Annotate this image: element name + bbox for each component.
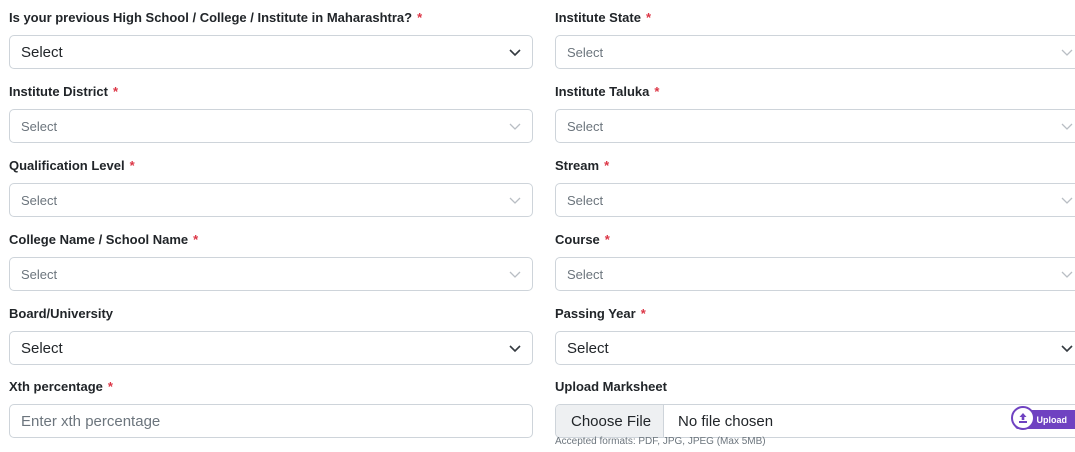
chevron-down-icon: [509, 123, 521, 130]
chevron-down-icon: [1061, 123, 1073, 130]
institute-district-label: Institute District: [9, 84, 108, 99]
upload-icon: [1010, 406, 1035, 430]
institute-state-field: Institute State * Select: [555, 9, 1075, 69]
board-university-label: Board/University: [9, 306, 114, 321]
required-marker: *: [654, 84, 660, 99]
choose-file-button[interactable]: Choose File: [556, 405, 665, 437]
select-value: Select: [567, 266, 604, 282]
required-marker: *: [645, 10, 652, 25]
stream-field: Stream * Select: [555, 157, 1075, 217]
chevron-down-icon: [509, 271, 521, 278]
board-university-field: Board/University Select: [9, 305, 533, 365]
upload-button[interactable]: Upload: [1010, 406, 1075, 430]
course-label: Course: [555, 232, 600, 247]
xth-percentage-input[interactable]: Enter xth percentage: [9, 404, 533, 438]
qualification-level-select[interactable]: Select: [9, 183, 533, 217]
qualification-level-field: Qualification Level * Select: [9, 157, 533, 217]
required-marker: *: [112, 84, 119, 99]
college-name-label: College Name / School Name: [9, 232, 189, 247]
passing-year-field: Passing Year * Select: [555, 305, 1075, 365]
prev-in-maharashtra-select[interactable]: Select: [9, 35, 533, 69]
required-marker: *: [193, 232, 199, 247]
institute-state-select[interactable]: Select: [555, 35, 1075, 69]
institute-taluka-select[interactable]: Select: [555, 109, 1075, 143]
chevron-down-icon: [1061, 49, 1073, 56]
select-value: Select: [21, 339, 63, 357]
select-value: Select: [21, 192, 58, 208]
required-marker: *: [417, 10, 423, 25]
chevron-down-icon: [509, 49, 521, 57]
qualification-level-label: Qualification Level: [9, 158, 125, 173]
required-marker: *: [604, 232, 610, 247]
passing-year-label: Passing Year: [555, 306, 636, 321]
chevron-down-icon: [1061, 345, 1073, 353]
chevron-down-icon: [1061, 271, 1073, 278]
institute-taluka-label: Institute Taluka: [555, 84, 650, 99]
accepted-formats-help: Accepted formats: PDF, JPG, JPEG (Max 5M…: [555, 436, 766, 447]
select-value: Select: [567, 192, 604, 208]
chevron-down-icon: [509, 345, 521, 353]
institute-taluka-field: Institute Taluka * Select: [555, 83, 1075, 143]
upload-glyph-icon: [1018, 413, 1027, 423]
xth-percentage-field: Xth percentage * Enter xth percentage: [9, 378, 533, 438]
select-value: Select: [567, 44, 604, 60]
select-value: Select: [21, 118, 58, 134]
stream-label: Stream: [555, 158, 600, 173]
input-placeholder: Enter xth percentage: [21, 412, 161, 430]
college-name-field: College Name / School Name * Select: [9, 231, 533, 291]
required-marker: *: [107, 379, 113, 394]
xth-percentage-label: Xth percentage: [9, 379, 103, 394]
select-value: Select: [567, 118, 604, 134]
upload-marksheet-field: Upload Marksheet Choose File No file cho…: [555, 378, 1075, 438]
marksheet-file-input[interactable]: Choose File No file chosen: [555, 404, 1075, 438]
prev-in-maharashtra-field: Is your previous High School / College /…: [9, 9, 533, 69]
prev-in-maharashtra-label: Is your previous High School / College /…: [9, 10, 413, 25]
institute-district-select[interactable]: Select: [9, 109, 533, 143]
file-status-text: No file chosen: [678, 412, 774, 430]
course-select[interactable]: Select: [555, 257, 1075, 291]
college-name-select[interactable]: Select: [9, 257, 533, 291]
select-value: Select: [567, 339, 609, 357]
institute-state-label: Institute State: [555, 10, 641, 25]
upload-button-label: Upload: [1036, 414, 1068, 425]
course-field: Course * Select: [555, 231, 1075, 291]
required-marker: *: [604, 158, 610, 173]
select-value: Select: [21, 266, 58, 282]
select-value: Select: [21, 43, 63, 61]
chevron-down-icon: [509, 197, 521, 204]
stream-select[interactable]: Select: [555, 183, 1075, 217]
upload-marksheet-label: Upload Marksheet: [555, 379, 667, 394]
required-marker: *: [129, 158, 135, 173]
required-marker: *: [640, 306, 646, 321]
institute-district-field: Institute District * Select: [9, 83, 533, 143]
board-university-select[interactable]: Select: [9, 331, 533, 365]
chevron-down-icon: [1061, 197, 1073, 204]
upload-button-wrap: Upload: [1010, 403, 1075, 437]
passing-year-select[interactable]: Select: [555, 331, 1075, 365]
